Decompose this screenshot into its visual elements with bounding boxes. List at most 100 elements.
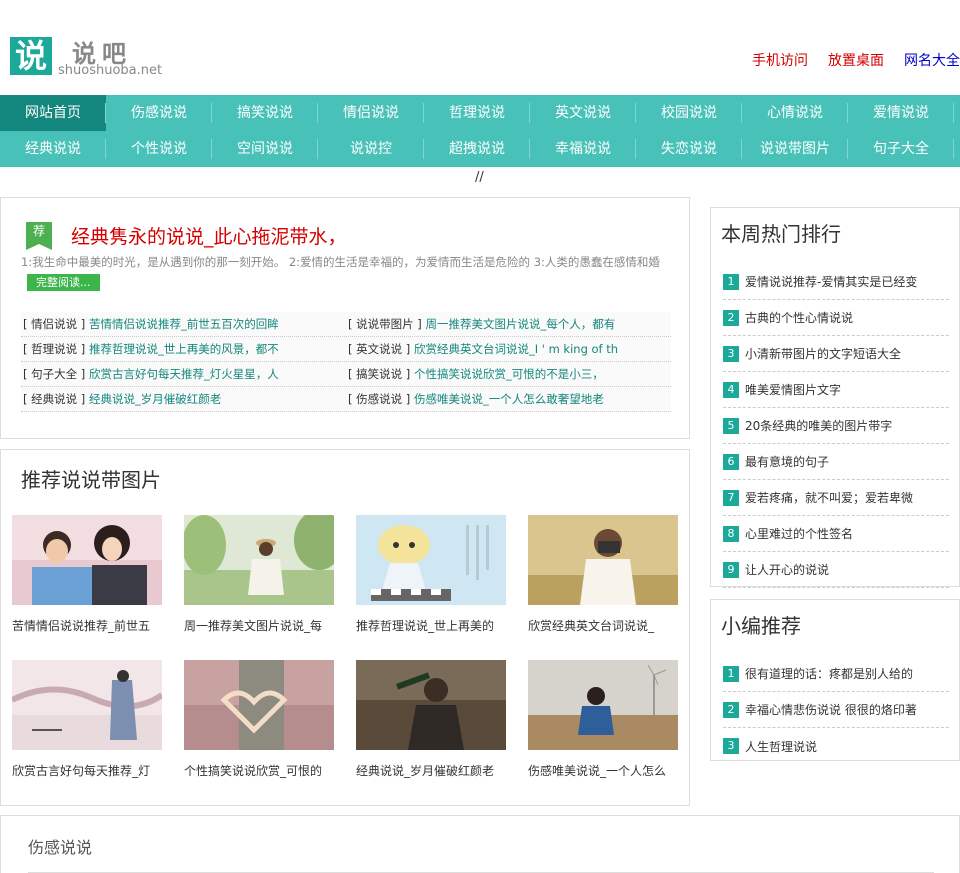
- picture-card[interactable]: 苦情情侣说说推荐_前世五: [12, 515, 162, 634]
- list-item[interactable]: 1 爱情说说推荐-爱情其实是已经变: [723, 264, 949, 300]
- picture-caption[interactable]: 伤感唯美说说_一个人怎么: [528, 762, 678, 779]
- picture-caption[interactable]: 个性搞笑说说欣赏_可恨的: [184, 762, 334, 779]
- picture-caption[interactable]: 经典说说_岁月催破红颜老: [356, 762, 506, 779]
- category-link[interactable]: [ 伤感说说 ]: [348, 392, 410, 406]
- nav-item[interactable]: 句子大全: [848, 131, 954, 167]
- list-item[interactable]: 6 最有意境的句子: [723, 444, 949, 480]
- article-link[interactable]: 人生哲理说说: [745, 738, 817, 755]
- nickname-link[interactable]: 网名大全: [904, 50, 960, 70]
- logo-icon[interactable]: 说: [10, 37, 52, 75]
- list-item: [ 英文说说 ] 欣赏经典英文台词说说_I ' m king of th: [346, 337, 671, 361]
- list-item[interactable]: 4 唯美爱情图片文字: [723, 372, 949, 408]
- article-link[interactable]: 爱情说说推荐-爱情其实是已经变: [745, 273, 917, 290]
- article-link[interactable]: 心里难过的个性签名: [745, 525, 853, 542]
- section-title[interactable]: 伤感说说: [28, 834, 92, 858]
- photo-cartoon[interactable]: [356, 515, 506, 605]
- article-link[interactable]: 小清新带图片的文字短语大全: [745, 345, 901, 362]
- photo-field-girl[interactable]: [528, 660, 678, 750]
- picture-card[interactable]: 周一推荐美文图片说说_每: [184, 515, 334, 634]
- rank-number: 7: [723, 489, 739, 506]
- article-link[interactable]: 苦情情侣说说推荐_前世五百次的回眸: [89, 317, 279, 331]
- article-link[interactable]: 很有道理的话：疼都是别人给的: [745, 665, 913, 682]
- nav-item[interactable]: 失恋说说: [636, 131, 742, 167]
- nav-item[interactable]: 超拽说说: [424, 131, 530, 167]
- featured-title[interactable]: 经典隽永的说说_此心拖泥带水，: [71, 222, 347, 249]
- article-link[interactable]: 欣赏古言好句每天推荐_灯火星星，人: [89, 367, 279, 381]
- read-more-button[interactable]: 完整阅读...: [27, 274, 100, 291]
- nav-item-home[interactable]: 网站首页: [0, 95, 106, 131]
- picture-card[interactable]: 个性搞笑说说欣赏_可恨的: [184, 660, 334, 779]
- category-link[interactable]: [ 句子大全 ]: [23, 367, 85, 381]
- rank-number: 3: [723, 738, 739, 754]
- list-item[interactable]: 3 人生哲理说说: [723, 728, 949, 764]
- list-item[interactable]: 2 古典的个性心情说说: [723, 300, 949, 336]
- article-link[interactable]: 欣赏经典英文台词说说_I ' m king of th: [414, 342, 618, 356]
- rank-number: 8: [723, 525, 739, 542]
- list-item[interactable]: 5 20条经典的唯美的图片带字: [723, 408, 949, 444]
- article-link[interactable]: 推荐哲理说说_世上再美的风景，都不: [89, 342, 279, 356]
- mobile-link[interactable]: 手机访问: [752, 50, 808, 70]
- picture-caption[interactable]: 推荐哲理说说_世上再美的: [356, 617, 506, 634]
- article-link[interactable]: 周一推荐美文图片说说_每个人，都有: [425, 317, 615, 331]
- nav-item[interactable]: 哲理说说: [424, 95, 530, 131]
- list-item: [ 情侣说说 ] 苦情情侣说说推荐_前世五百次的回眸: [21, 312, 346, 336]
- picture-card[interactable]: 欣赏经典英文台词说说_: [528, 515, 678, 634]
- nav-item[interactable]: 校园说说: [636, 95, 742, 131]
- nav-item[interactable]: 心情说说: [742, 95, 848, 131]
- photo-tree-heart[interactable]: [184, 660, 334, 750]
- category-link[interactable]: [ 说说带图片 ]: [348, 317, 422, 331]
- nav-item[interactable]: 伤感说说: [106, 95, 212, 131]
- category-link[interactable]: [ 搞笑说说 ]: [348, 367, 410, 381]
- article-link[interactable]: 爱若疼痛，就不叫爱；爱若卑微: [745, 489, 913, 506]
- picture-caption[interactable]: 苦情情侣说说推荐_前世五: [12, 617, 162, 634]
- nav-item[interactable]: 幸福说说: [530, 131, 636, 167]
- category-link[interactable]: [ 哲理说说 ]: [23, 342, 85, 356]
- list-item[interactable]: 2 幸福心情悲伤说说 很很的烙印著: [723, 692, 949, 728]
- picture-caption[interactable]: 欣赏经典英文台词说说_: [528, 617, 678, 634]
- nav-item[interactable]: 爱情说说: [848, 95, 954, 131]
- category-link[interactable]: [ 经典说说 ]: [23, 392, 85, 406]
- nav-item[interactable]: 说说控: [318, 131, 424, 167]
- picture-card[interactable]: 经典说说_岁月催破红颜老: [356, 660, 506, 779]
- nav-item[interactable]: 经典说说: [0, 131, 106, 167]
- picture-card[interactable]: 欣赏古言好句每天推荐_灯: [12, 660, 162, 779]
- article-link[interactable]: 让人开心的说说: [745, 561, 829, 578]
- article-link[interactable]: 幸福心情悲伤说说 很很的烙印著: [745, 701, 917, 718]
- rank-number: 5: [723, 417, 739, 434]
- list-item[interactable]: 7 爱若疼痛，就不叫爱；爱若卑微: [723, 480, 949, 516]
- article-link[interactable]: 最有意境的句子: [745, 453, 829, 470]
- nav-item[interactable]: 英文说说: [530, 95, 636, 131]
- article-link[interactable]: 古典的个性心情说说: [745, 309, 853, 326]
- list-item[interactable]: 9 让人开心的说说: [723, 552, 949, 588]
- picture-caption[interactable]: 欣赏古言好句每天推荐_灯: [12, 762, 162, 779]
- photo-camera-girl[interactable]: [528, 515, 678, 605]
- list-item[interactable]: 3 小清新带图片的文字短语大全: [723, 336, 949, 372]
- list-item[interactable]: 1 很有道理的话：疼都是别人给的: [723, 656, 949, 692]
- photo-girl-garden[interactable]: [184, 515, 334, 605]
- photo-couple[interactable]: [12, 515, 162, 605]
- photo-drinking[interactable]: [356, 660, 506, 750]
- article-link[interactable]: 个性搞笑说说欣赏_可恨的不是小三，: [414, 367, 604, 381]
- article-link[interactable]: 唯美爱情图片文字: [745, 381, 841, 398]
- photo-painting[interactable]: [12, 660, 162, 750]
- category-link[interactable]: [ 情侣说说 ]: [23, 317, 85, 331]
- nav-item[interactable]: 情侣说说: [318, 95, 424, 131]
- header: 说 说吧 shuoshuoba.net 手机访问 放置桌面 网名大全: [0, 0, 960, 95]
- nav-item[interactable]: 说说带图片: [742, 131, 848, 167]
- article-link[interactable]: 20条经典的唯美的图片带字: [745, 417, 892, 434]
- article-link[interactable]: 伤感唯美说说_一个人怎么敢奢望地老: [414, 392, 604, 406]
- picture-card[interactable]: 伤感唯美说说_一个人怎么: [528, 660, 678, 779]
- section-title: 推荐说说带图片: [21, 468, 161, 492]
- nav-item[interactable]: 搞笑说说: [212, 95, 318, 131]
- article-link[interactable]: 经典说说_岁月催破红颜老: [89, 392, 221, 406]
- editor-picks-title: 小编推荐: [721, 614, 801, 638]
- category-link[interactable]: [ 英文说说 ]: [348, 342, 410, 356]
- list-item[interactable]: 8 心里难过的个性签名: [723, 516, 949, 552]
- desktop-link[interactable]: 放置桌面: [828, 50, 884, 70]
- picture-caption[interactable]: 周一推荐美文图片说说_每: [184, 617, 334, 634]
- featured-summary: 1:我生命中最美的时光，是从遇到你的那一刻开始。 2:爱情的生活是幸福的，为爱情…: [21, 252, 669, 292]
- nav-item[interactable]: 空间说说: [212, 131, 318, 167]
- summary-text: 1:我生命中最美的时光，是从遇到你的那一刻开始。 2:爱情的生活是幸福的，为爱情…: [21, 255, 660, 269]
- nav-item[interactable]: 个性说说: [106, 131, 212, 167]
- picture-card[interactable]: 推荐哲理说说_世上再美的: [356, 515, 506, 634]
